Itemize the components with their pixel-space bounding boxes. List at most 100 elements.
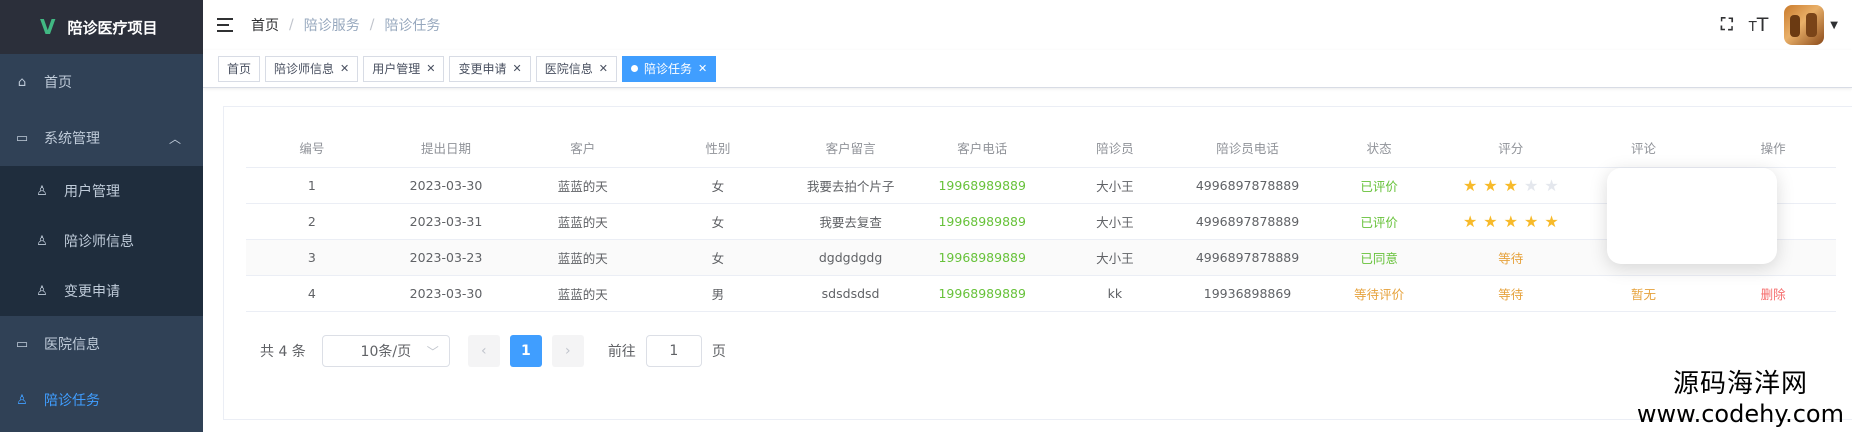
tags-view: 首页 陪诊师信息 ✕ 用户管理 ✕ 变更申请 ✕ 医院信息 ✕ 陪诊任务 ✕ bbox=[203, 50, 1852, 88]
cell-status: 等待评价 bbox=[1313, 275, 1445, 312]
star-icon: ★ bbox=[1523, 175, 1539, 195]
cell-customer: 蓝蓝的天 bbox=[514, 167, 652, 204]
sidebar-item-change-request[interactable]: ♙ 变更申请 bbox=[0, 266, 203, 316]
page-size-select[interactable]: 10条/页 ﹀ bbox=[321, 335, 450, 367]
goto-page-input[interactable]: 1 bbox=[645, 335, 702, 367]
table-row: 3 2023-03-23 蓝蓝的天 女 dgdgdgdg 19968989889… bbox=[246, 239, 1836, 276]
cell-gender: 女 bbox=[651, 203, 785, 240]
table-row: 1 2023-03-30 蓝蓝的天 女 我要去拍个片子 19968989889 … bbox=[246, 167, 1836, 204]
cell-phone: 19968989889 bbox=[916, 275, 1049, 312]
column-header: 编号 bbox=[246, 129, 378, 168]
sidebar-item-hospital[interactable]: ▭ 医院信息 bbox=[0, 316, 203, 372]
app-logo[interactable]: V 陪诊医疗项目 bbox=[0, 0, 203, 54]
cell-customer: 蓝蓝的天 bbox=[514, 275, 652, 312]
chevron-right-icon: › bbox=[565, 343, 571, 359]
system-submenu: ♙ 用户管理 ♙ 陪诊师信息 ♙ 变更申请 bbox=[0, 166, 203, 316]
avatar[interactable] bbox=[1784, 5, 1825, 45]
star-icon: ★ bbox=[1544, 175, 1559, 195]
star-rating: ★ ★ ★ ★ ★ bbox=[1444, 203, 1577, 240]
next-page-button[interactable]: › bbox=[551, 335, 584, 367]
vue-logo-icon: V bbox=[40, 15, 56, 39]
close-icon[interactable]: ✕ bbox=[426, 62, 435, 75]
breadcrumb-escort-service: 陪诊服务 bbox=[303, 18, 360, 34]
monitor-icon: ▭ bbox=[15, 336, 29, 352]
cell-id: 1 bbox=[246, 167, 378, 204]
overlay-popup bbox=[1607, 168, 1777, 264]
sidebar-item-label: 用户管理 bbox=[64, 184, 120, 200]
close-icon[interactable]: ✕ bbox=[698, 62, 707, 75]
star-icon: ★ bbox=[1503, 211, 1518, 231]
tag-escort-task[interactable]: 陪诊任务 ✕ bbox=[621, 55, 717, 82]
cell-escort: kk bbox=[1048, 275, 1182, 312]
cell-message: 我要去拍个片子 bbox=[784, 167, 917, 204]
active-dot-icon bbox=[630, 65, 638, 72]
chevron-down-icon: ﹀ bbox=[426, 344, 439, 359]
breadcrumb-home[interactable]: 首页 bbox=[251, 15, 279, 35]
star-icon: ★ bbox=[1503, 175, 1518, 195]
table-header-row: 编号 提出日期 客户 性别 客户留言 客户电话 陪诊员 陪诊员电话 状态 评分 … bbox=[246, 129, 1836, 168]
tag-label: 用户管理 bbox=[372, 62, 421, 76]
tag-user-management[interactable]: 用户管理 ✕ bbox=[363, 55, 445, 82]
sidebar-item-home[interactable]: ⌂ 首页 bbox=[0, 54, 203, 110]
hamburger-icon[interactable] bbox=[217, 18, 237, 32]
sidebar-item-label: 系统管理 bbox=[44, 131, 100, 147]
column-header: 客户电话 bbox=[916, 129, 1049, 168]
tag-label: 陪诊师信息 bbox=[274, 62, 335, 76]
tag-hospital[interactable]: 医院信息 ✕ bbox=[535, 55, 617, 82]
goto-label: 前往 bbox=[607, 344, 636, 360]
cell-date: 2023-03-30 bbox=[377, 167, 515, 204]
star-icon: ★ bbox=[1462, 175, 1478, 195]
cell-message: 我要去复查 bbox=[784, 203, 917, 240]
page-number-button[interactable]: 1 bbox=[509, 335, 542, 367]
cell-id: 3 bbox=[246, 239, 378, 276]
home-icon: ⌂ bbox=[17, 74, 27, 90]
cell-status: 已评价 bbox=[1313, 203, 1445, 240]
sidebar-item-system[interactable]: ▭ 系统管理 ︿ bbox=[0, 110, 203, 166]
cell-customer: 蓝蓝的天 bbox=[514, 239, 652, 276]
prev-page-button[interactable]: ‹ bbox=[467, 335, 500, 367]
close-icon[interactable]: ✕ bbox=[513, 62, 522, 75]
column-header: 评分 bbox=[1444, 129, 1577, 168]
monitor-icon: ▭ bbox=[15, 130, 29, 146]
column-header: 提出日期 bbox=[377, 129, 515, 168]
sidebar-item-escort-task[interactable]: ♙ 陪诊任务 bbox=[0, 372, 203, 428]
tag-label: 陪诊任务 bbox=[643, 62, 692, 76]
pagination: 共 4 条 10条/页 ﹀ ‹ 1 › 前往 1 页 bbox=[260, 335, 726, 367]
column-header: 评论 bbox=[1576, 129, 1711, 168]
font-size-icon[interactable]: TT bbox=[1749, 14, 1769, 36]
sidebar-item-label: 陪诊任务 bbox=[44, 393, 100, 409]
peoples-icon: ♙ bbox=[36, 233, 48, 249]
breadcrumb-separator: / bbox=[289, 17, 294, 33]
close-icon[interactable]: ✕ bbox=[599, 62, 608, 75]
tag-home[interactable]: 首页 bbox=[218, 55, 261, 82]
app-title: 陪诊医疗项目 bbox=[67, 18, 158, 37]
column-header: 陪诊员电话 bbox=[1181, 129, 1314, 168]
table-row: 2 2023-03-31 蓝蓝的天 女 我要去复查 19968989889 大小… bbox=[246, 203, 1836, 240]
delete-button[interactable]: 删除 bbox=[1710, 275, 1836, 312]
navbar: 首页 / 陪诊服务 / 陪诊任务 ⛶ TT ▼ bbox=[203, 0, 1852, 50]
close-icon[interactable]: ✕ bbox=[340, 62, 349, 75]
tag-escort-info[interactable]: 陪诊师信息 ✕ bbox=[265, 55, 359, 82]
star-icon: ★ bbox=[1544, 211, 1559, 231]
star-icon: ★ bbox=[1483, 175, 1498, 195]
tag-label: 变更申请 bbox=[458, 62, 507, 76]
cell-rating: 等待 bbox=[1444, 239, 1577, 276]
fullscreen-icon[interactable]: ⛶ bbox=[1721, 15, 1733, 35]
watermark: 源码海洋网 www.codehy.com bbox=[1637, 363, 1844, 428]
sidebar-item-escort-info[interactable]: ♙ 陪诊师信息 bbox=[0, 216, 203, 266]
cell-id: 2 bbox=[246, 203, 378, 240]
task-table: 编号 提出日期 客户 性别 客户留言 客户电话 陪诊员 陪诊员电话 状态 评分 … bbox=[246, 129, 1836, 312]
breadcrumb-separator: / bbox=[369, 17, 375, 33]
caret-down-icon[interactable]: ▼ bbox=[1830, 20, 1838, 31]
cell-escort: 大小王 bbox=[1048, 239, 1182, 276]
cell-escort: 大小王 bbox=[1048, 203, 1182, 240]
cell-gender: 女 bbox=[651, 167, 785, 204]
tag-change-request[interactable]: 变更申请 ✕ bbox=[449, 55, 531, 82]
sidebar-item-user-management[interactable]: ♙ 用户管理 bbox=[0, 166, 203, 216]
cell-date: 2023-03-23 bbox=[377, 239, 515, 276]
cell-message: sdsdsdsd bbox=[784, 275, 917, 312]
sidebar: V 陪诊医疗项目 ⌂ 首页 ▭ 系统管理 ︿ ♙ 用户管理 ♙ 陪诊师信息 ♙ … bbox=[0, 0, 203, 432]
star-icon: ★ bbox=[1483, 211, 1498, 231]
user-icon: ♙ bbox=[36, 183, 48, 199]
cell-status: 已评价 bbox=[1313, 167, 1445, 204]
